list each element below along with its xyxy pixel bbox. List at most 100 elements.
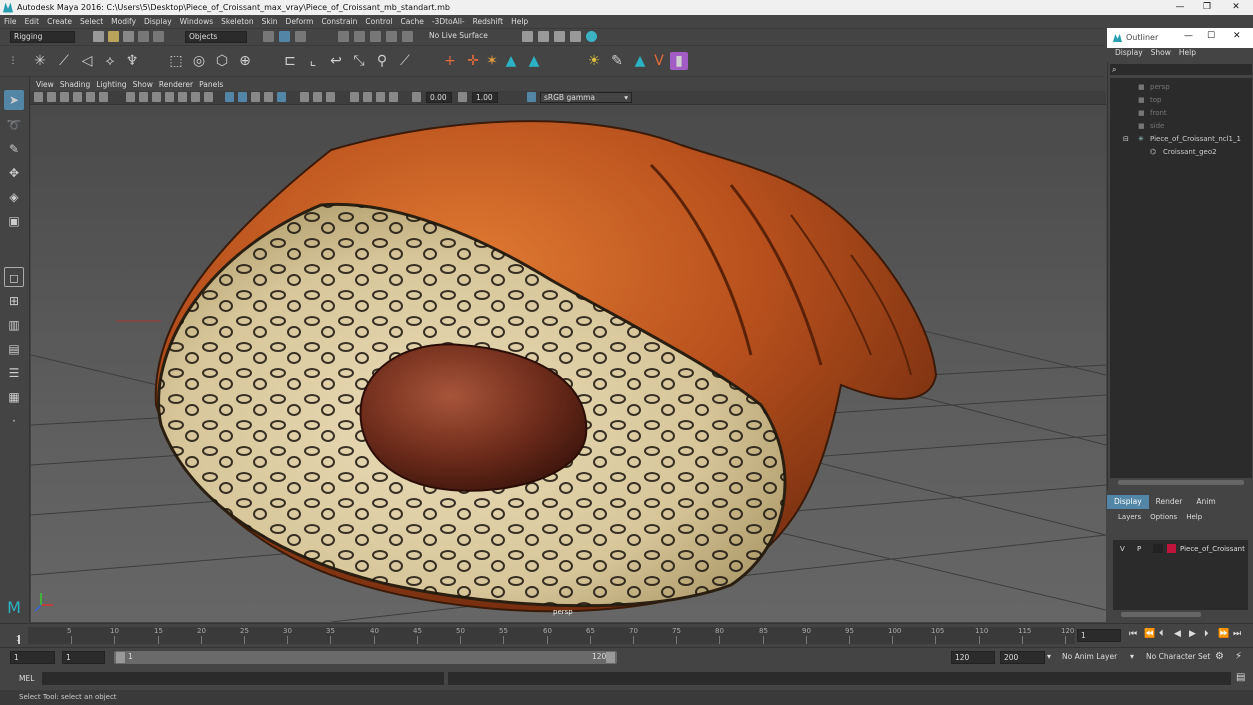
outliner-item-persp[interactable]: persp [1150, 83, 1170, 91]
playback-end-field[interactable]: 120 [951, 651, 995, 664]
blendshape-icon[interactable]: ⤡ [350, 52, 368, 70]
layout-graph-icon[interactable]: ▦ [4, 387, 24, 407]
single-view-icon[interactable]: ◻ [4, 267, 24, 287]
smooth-shade-icon[interactable] [139, 92, 148, 102]
animation-end-field[interactable]: 200 [1000, 651, 1045, 664]
default-material-icon[interactable] [165, 92, 174, 102]
color-management-icon[interactable] [527, 92, 536, 102]
lasso-tool-icon[interactable]: ➰ [4, 115, 24, 135]
panel-menu-view[interactable]: View [36, 80, 54, 91]
menu-modify[interactable]: Modify [111, 17, 136, 26]
move-tool-icon[interactable]: ✥ [4, 163, 24, 183]
play-forward-icon[interactable]: ▶ [1189, 629, 1196, 639]
menu-skeleton[interactable]: Skeleton [221, 17, 253, 26]
layer-scrollbar[interactable] [1121, 612, 1201, 617]
animation-start-field[interactable]: 1 [10, 651, 55, 664]
range-end-handle[interactable] [606, 652, 615, 663]
lattice-icon[interactable]: ⌞ [304, 52, 322, 70]
ipr-render-icon[interactable] [538, 31, 549, 42]
paint-select-icon[interactable]: ✎ [4, 139, 24, 159]
panel-menu-lighting[interactable]: Lighting [96, 80, 126, 91]
range-bar[interactable]: 1 120 [114, 651, 617, 664]
render-settings-icon[interactable] [554, 31, 565, 42]
maximize-button[interactable]: ❐ [1194, 0, 1220, 15]
layer-visible-toggle[interactable]: V [1120, 545, 1125, 553]
open-scene-icon[interactable] [108, 31, 119, 42]
go-to-start-icon[interactable]: ⏮ [1129, 629, 1137, 639]
render-view-icon[interactable] [586, 31, 597, 42]
constraint-aim-icon[interactable]: ✶ [483, 52, 501, 70]
humanik-icon[interactable]: ♆ [123, 52, 141, 70]
redshift-rv-icon[interactable]: ▮ [670, 52, 688, 70]
step-back-key-icon[interactable]: ⏪ [1144, 629, 1155, 639]
depth-of-field-icon[interactable] [277, 92, 286, 102]
outliner-menu-show[interactable]: Show [1151, 48, 1171, 62]
xray-icon[interactable] [178, 92, 187, 102]
outliner-minimize-button[interactable]: — [1184, 31, 1193, 41]
four-view-icon[interactable]: ⊞ [4, 291, 24, 311]
layers-menu-layers[interactable]: Layers [1118, 513, 1141, 521]
range-start-handle[interactable] [116, 652, 125, 663]
script-editor-icon[interactable]: ▤ [1236, 672, 1245, 683]
outliner-item-top[interactable]: top [1150, 96, 1161, 104]
grid-toggle-icon[interactable] [86, 92, 95, 102]
panel-menu-show[interactable]: Show [133, 80, 153, 91]
bookmark-icon[interactable] [60, 92, 69, 102]
xray-joints-icon[interactable] [313, 92, 322, 102]
bind-skin-icon[interactable]: ⬚ [167, 52, 185, 70]
croissant-model[interactable] [154, 120, 938, 613]
gamma-icon[interactable] [458, 92, 467, 102]
color-space-dropdown[interactable]: sRGB gamma ▾ [540, 92, 632, 103]
redshift-material-icon[interactable]: ✎ [608, 52, 626, 70]
outliner-scrollbar[interactable] [1118, 480, 1244, 485]
menu-edit[interactable]: Edit [25, 17, 40, 26]
menu-display[interactable]: Display [144, 17, 172, 26]
character-set-dropdown[interactable]: No Character Set [1143, 651, 1213, 664]
save-scene-icon[interactable] [123, 31, 134, 42]
chevron-down-icon[interactable]: ▾ [1047, 652, 1051, 661]
snap-curve-icon[interactable] [354, 31, 365, 42]
menu-deform[interactable]: Deform [286, 17, 314, 26]
layer-playback-toggle[interactable]: P [1137, 545, 1141, 553]
menu-create[interactable]: Create [47, 17, 72, 26]
tab-render[interactable]: Render [1149, 495, 1190, 509]
select-hierarchy-icon[interactable] [263, 31, 274, 42]
snap-view-icon[interactable] [386, 31, 397, 42]
ik-handle-icon[interactable]: ⟋ [55, 52, 73, 70]
panel-menu-panels[interactable]: Panels [199, 80, 223, 91]
play-backward-icon[interactable]: ◀ [1174, 629, 1181, 639]
tab-anim[interactable]: Anim [1189, 495, 1222, 509]
smooth-bind-icon[interactable]: ◎ [190, 52, 208, 70]
minimize-button[interactable]: — [1167, 0, 1193, 15]
lights-icon[interactable] [204, 92, 213, 102]
go-to-end-icon[interactable]: ⏭ [1233, 629, 1241, 639]
outliner-menu-help[interactable]: Help [1179, 48, 1196, 62]
chevron-down-icon[interactable]: ▾ [1130, 652, 1134, 661]
auto-key-icon[interactable]: ⚙ [1215, 651, 1224, 662]
menu-cache[interactable]: Cache [401, 17, 424, 26]
interactive-bind-icon[interactable]: ⊕ [236, 52, 254, 70]
tab-display[interactable]: Display [1107, 495, 1149, 509]
shelf-menu-icon[interactable]: ⋮ [4, 52, 22, 70]
timeline-ticks[interactable]: 1 5 10 15 20 25 30 35 40 45 50 55 60 65 70 75 80 85 90 95 1… [16, 627, 1075, 644]
snap-surface-icon[interactable] [402, 31, 413, 42]
layout-stack-icon[interactable]: ☰ [4, 363, 24, 383]
sculpt-icon[interactable]: ⚲ [373, 52, 391, 70]
render-frame-icon[interactable] [522, 31, 533, 42]
motion-blur-icon[interactable] [251, 92, 260, 102]
live-surface-field[interactable]: No Live Surface [426, 31, 496, 43]
redshift-light-icon[interactable]: ☀ [585, 52, 603, 70]
menu-select[interactable]: Select [80, 17, 103, 26]
select-tool-icon[interactable]: ➤ [4, 90, 24, 110]
outliner-item-side[interactable]: side [1150, 122, 1164, 130]
field-chart-icon[interactable] [376, 92, 385, 102]
menu-file[interactable]: File [4, 17, 17, 26]
wrap-icon[interactable]: ⟋ [396, 52, 414, 70]
skeleton-icon[interactable]: ⟡ [101, 52, 119, 70]
camera-select-icon[interactable] [47, 92, 56, 102]
current-frame-field[interactable]: 1 [1077, 629, 1121, 642]
menu-redshift[interactable]: Redshift [473, 17, 503, 26]
mode-dropdown[interactable]: Rigging [10, 31, 75, 43]
close-button[interactable]: ✕ [1223, 0, 1249, 15]
shadows-icon[interactable] [225, 92, 234, 102]
